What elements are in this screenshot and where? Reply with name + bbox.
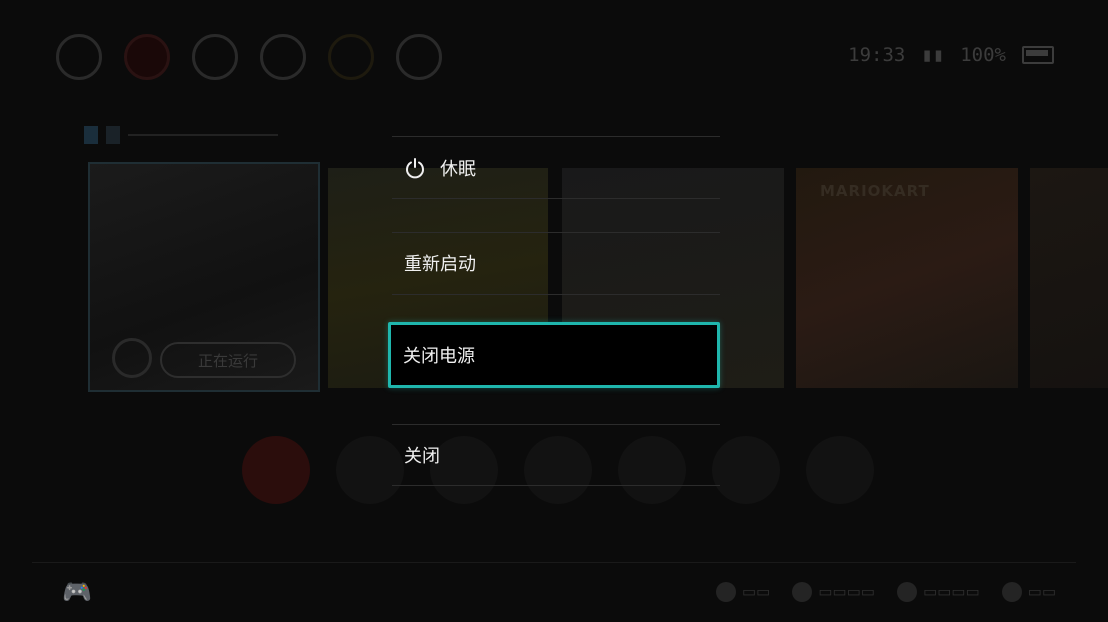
avatar[interactable]: [56, 34, 102, 80]
clock: 19:33: [848, 44, 906, 66]
power-off-option[interactable]: 关闭电源: [388, 322, 720, 388]
game-icon: [112, 338, 152, 378]
footer-hints: ▭▭ ▭▭▭▭ ▭▭▭▭ ▭▭: [715, 582, 1056, 602]
avatar[interactable]: [124, 34, 170, 80]
hint-item: ▭▭▭▭: [792, 582, 875, 602]
avatar[interactable]: [328, 34, 374, 80]
tile-logo-text: MARIOKART: [820, 182, 930, 200]
game-title: [84, 126, 278, 144]
menu-divider: [392, 232, 720, 233]
running-badge: 正在运行: [160, 342, 296, 378]
power-shortcut-icon[interactable]: [806, 436, 874, 504]
restart-option[interactable]: 重新启动: [392, 244, 720, 282]
menu-divider: [392, 136, 720, 137]
running-game-tile[interactable]: 正在运行: [88, 162, 320, 392]
menu-divider: [392, 424, 720, 425]
menu-divider: [392, 294, 720, 295]
menu-divider: [392, 198, 720, 199]
close-label: 关闭: [404, 446, 440, 467]
controller-icon: 🎮: [62, 578, 92, 606]
hint-item: ▭▭▭▭: [896, 582, 980, 602]
power-off-label: 关闭电源: [403, 346, 475, 367]
status-bar: 19:33 ▮▮ 100%: [848, 44, 1054, 66]
avatar[interactable]: [192, 34, 238, 80]
power-icon: [404, 157, 426, 179]
restart-label: 重新启动: [404, 254, 476, 275]
sleep-label: 休眠: [440, 159, 476, 180]
avatar[interactable]: [396, 34, 442, 80]
battery-icon: [1022, 46, 1054, 64]
news-shortcut-icon[interactable]: [242, 436, 310, 504]
game-tile[interactable]: [1030, 168, 1108, 388]
hint-item: ▭▭: [1001, 582, 1056, 602]
power-menu: 休眠 重新启动 关闭电源 关闭: [388, 136, 720, 488]
footer-divider: [32, 562, 1076, 563]
settings-shortcut-icon[interactable]: [712, 436, 780, 504]
sleep-option[interactable]: 休眠: [392, 150, 720, 186]
avatar[interactable]: [260, 34, 306, 80]
hint-item: ▭▭: [715, 582, 770, 602]
game-tile[interactable]: MARIOKART: [796, 168, 1018, 388]
wifi-icon: ▮▮: [921, 44, 945, 66]
close-option[interactable]: 关闭: [392, 436, 720, 474]
battery-percent: 100%: [960, 44, 1006, 66]
user-avatars: [56, 34, 442, 80]
menu-divider: [392, 485, 720, 486]
